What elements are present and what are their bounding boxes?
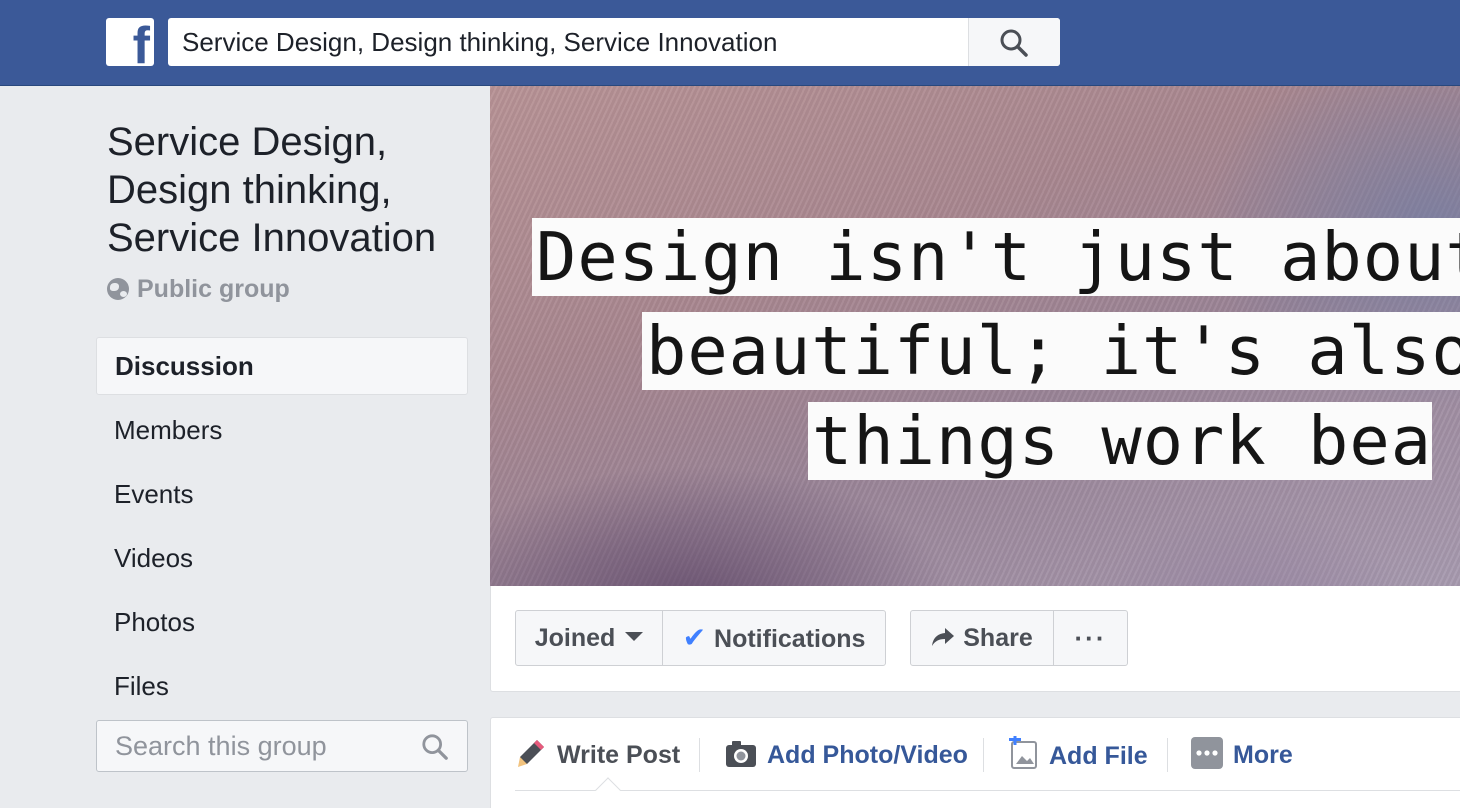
more-dots-icon: ···	[1074, 623, 1107, 653]
top-bar: f Service Design, Design thinking, Servi…	[0, 0, 1460, 86]
group-title-line: Service Innovation	[107, 216, 437, 260]
facebook-logo-icon[interactable]: f	[106, 18, 154, 66]
group-nav: Discussion Members Events Videos Photos …	[96, 337, 468, 721]
group-search-input[interactable]: Search this group	[96, 720, 468, 772]
checkmark-icon: ✔	[682, 622, 707, 653]
add-file-label: Add File	[1049, 742, 1148, 770]
nav-item-events[interactable]: Events	[96, 465, 468, 529]
tab-separator	[1167, 738, 1168, 772]
cover-quote-line: Design isn't just about	[532, 218, 1460, 296]
tab-separator	[699, 738, 700, 772]
nav-item-files[interactable]: Files	[96, 657, 468, 721]
global-search-input[interactable]: Service Design, Design thinking, Service…	[182, 18, 777, 66]
more-options-button[interactable]: ···	[1053, 610, 1128, 666]
more-dots-icon	[1191, 737, 1223, 769]
more-composer-tab[interactable]: More	[1191, 736, 1293, 774]
global-search-button[interactable]	[968, 18, 1060, 66]
group-title-line: Design thinking,	[107, 168, 392, 212]
notifications-label: Notifications	[714, 625, 866, 653]
search-icon	[1000, 29, 1028, 57]
global-search-box[interactable]: Service Design, Design thinking, Service…	[168, 18, 1060, 66]
notifications-button[interactable]: ✔ Notifications	[662, 610, 886, 666]
nav-item-discussion[interactable]: Discussion	[96, 337, 468, 395]
search-icon	[422, 734, 448, 760]
write-post-tab[interactable]: Write Post	[515, 736, 680, 774]
write-post-label: Write Post	[557, 741, 681, 769]
caret-down-icon	[625, 632, 644, 641]
group-privacy: Public group	[107, 272, 290, 306]
privacy-label: Public group	[137, 275, 290, 303]
camera-icon	[726, 741, 756, 767]
add-file-tab[interactable]: Add File	[1009, 736, 1148, 774]
group-actions-bar: Joined ✔ Notifications Share ···	[490, 586, 1460, 692]
cover-quote-line: things work bea	[808, 402, 1433, 480]
pencil-icon	[518, 740, 544, 767]
share-label: Share	[963, 624, 1033, 652]
share-arrow-icon	[932, 628, 955, 646]
joined-button[interactable]: Joined	[515, 610, 663, 666]
joined-label: Joined	[534, 624, 616, 652]
add-file-icon	[1009, 736, 1037, 769]
group-title-line: Service Design,	[107, 120, 388, 164]
cover-photo[interactable]: Design isn't just about beautiful; it's …	[490, 86, 1460, 586]
nav-item-members[interactable]: Members	[96, 401, 468, 465]
share-button[interactable]: Share	[910, 610, 1054, 666]
post-composer: Write Post Add Photo/Video Add File More	[490, 717, 1460, 808]
nav-item-photos[interactable]: Photos	[96, 593, 468, 657]
tab-separator	[983, 738, 984, 772]
nav-item-videos[interactable]: Videos	[96, 529, 468, 593]
add-photo-video-tab[interactable]: Add Photo/Video	[725, 736, 968, 774]
add-photo-video-label: Add Photo/Video	[767, 741, 968, 769]
group-title[interactable]: Service Design, Design thinking, Service…	[107, 118, 477, 262]
more-composer-label: More	[1233, 741, 1293, 769]
group-search-placeholder: Search this group	[115, 731, 327, 761]
cover-quote-line: beautiful; it's also a	[642, 312, 1460, 390]
active-tab-notch	[595, 777, 621, 803]
composer-divider	[515, 790, 1460, 791]
globe-icon	[107, 278, 129, 300]
